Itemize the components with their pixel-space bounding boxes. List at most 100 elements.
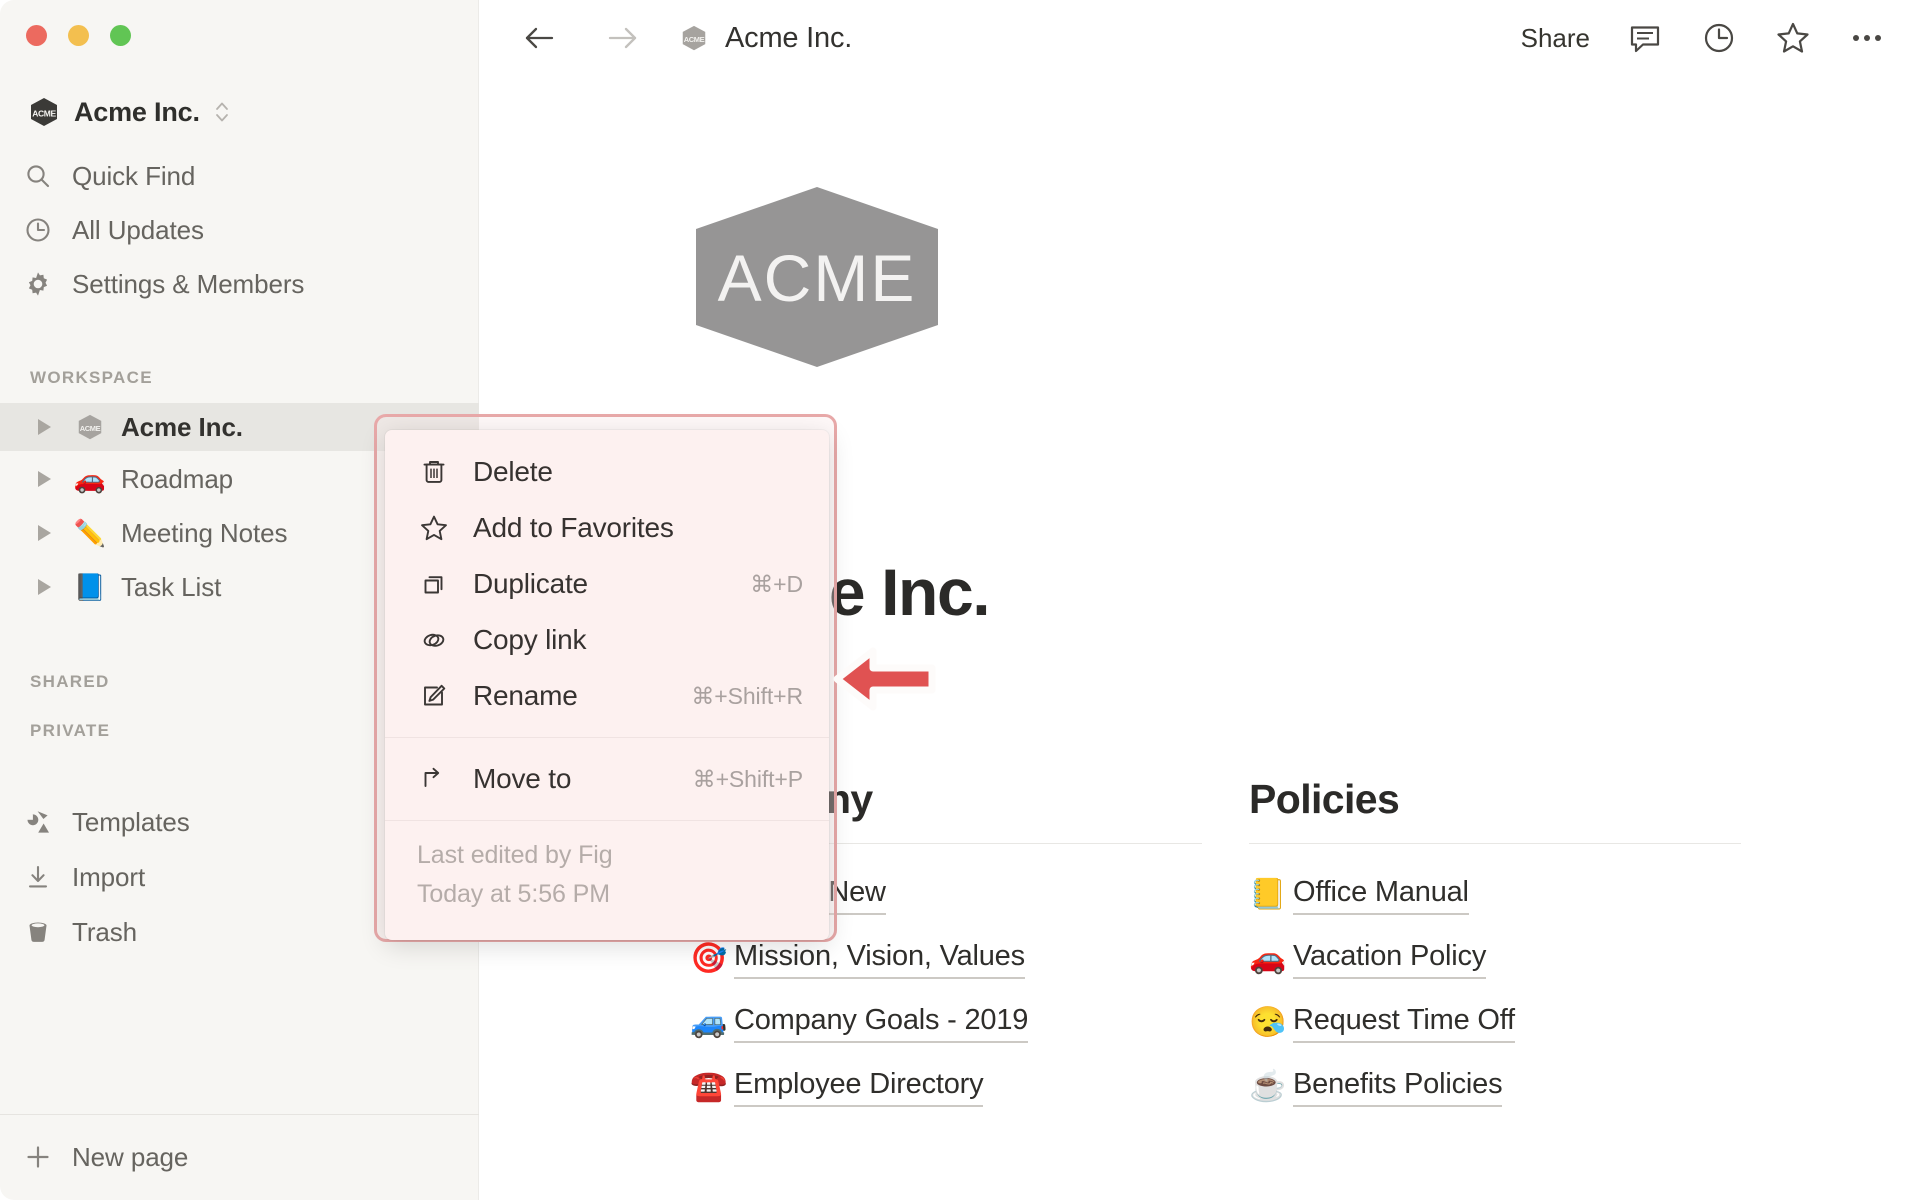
expand-triangle-icon[interactable] — [38, 579, 51, 595]
context-menu-item-shortcut: ⌘+Shift+P — [692, 765, 803, 792]
pencil-emoji-icon: ✏️ — [73, 517, 107, 548]
column-rule — [1249, 843, 1741, 844]
link-icon — [417, 623, 451, 657]
clock-icon — [22, 214, 54, 246]
context-menu-item-label: Copy link — [473, 624, 587, 655]
expand-triangle-icon[interactable] — [38, 471, 51, 487]
left-pointing-arrow-annotation — [832, 645, 936, 713]
context-menu-item-label: Duplicate — [473, 568, 588, 599]
move-to-arrow-icon — [417, 762, 451, 796]
svg-text:ACME: ACME — [32, 109, 56, 119]
top-header-bar: ACME Acme Inc. Share — [479, 0, 1920, 76]
header-actions: Share — [1521, 0, 1886, 76]
context-menu-meta: Last edited by Fig Today at 5:56 PM — [385, 834, 829, 940]
context-menu-separator — [385, 737, 829, 738]
context-menu: Delete Add to Favorites Duplicate ⌘+D Co… — [385, 430, 829, 940]
context-menu-item-add-to-favorites[interactable]: Add to Favorites — [385, 500, 829, 556]
page-link-row[interactable]: ☕ Benefits Policies — [1249, 1054, 1741, 1118]
page-link-label[interactable]: Employee Directory — [734, 1065, 984, 1107]
forward-arrow-icon[interactable] — [601, 17, 643, 59]
context-menu-item-shortcut: ⌘+Shift+R — [691, 682, 803, 709]
page-link-label[interactable]: Vacation Policy — [1293, 937, 1486, 979]
back-arrow-icon[interactable] — [519, 17, 561, 59]
context-menu-item-label: Delete — [473, 456, 553, 487]
minimize-window-button[interactable] — [68, 25, 89, 46]
new-page-button[interactable]: New page — [22, 1132, 188, 1182]
expand-triangle-icon[interactable] — [38, 525, 51, 541]
page-link-row[interactable]: 🚗 Vacation Policy — [1249, 926, 1741, 990]
section-label-shared: SHARED — [30, 672, 110, 691]
context-menu-separator — [385, 820, 829, 821]
sidebar-item-label: Settings & Members — [72, 268, 305, 299]
page-link-row[interactable]: 📒 Office Manual — [1249, 862, 1741, 926]
column-heading: Policies — [1249, 776, 1400, 822]
acme-badge-icon: ACME — [73, 412, 107, 442]
breadcrumb[interactable]: Acme Inc. — [725, 22, 852, 55]
share-button[interactable]: Share — [1521, 23, 1590, 54]
svg-text:ACME: ACME — [684, 35, 705, 44]
context-menu-item-duplicate[interactable]: Duplicate ⌘+D — [385, 556, 829, 612]
sleepy-face-emoji-icon: 😪 — [1249, 1005, 1287, 1039]
window-traffic-lights — [26, 25, 131, 46]
column-policies: Policies 📒 Office Manual 🚗 Vacation Poli… — [1249, 776, 1741, 1118]
plus-icon — [22, 1141, 54, 1173]
ledger-emoji-icon: 📒 — [1249, 877, 1287, 911]
page-link-label[interactable]: Benefits Policies — [1293, 1065, 1503, 1107]
car-emoji-icon: 🚗 — [73, 463, 107, 494]
context-menu-item-copy-link[interactable]: Copy link — [385, 612, 829, 668]
target-emoji-icon: 🎯 — [690, 941, 728, 975]
notion-window: ACME Acme Inc. Quick Find All Updates Se… — [0, 0, 1920, 1200]
sidebar-item-settings-members[interactable]: Settings & Members — [22, 262, 452, 306]
sidebar-item-quick-find[interactable]: Quick Find — [22, 154, 452, 198]
context-menu-item-delete[interactable]: Delete — [385, 444, 829, 500]
context-menu-item-rename[interactable]: Rename ⌘+Shift+R — [385, 668, 829, 724]
trash-icon — [22, 916, 54, 948]
chevron-updown-icon — [214, 99, 230, 125]
star-icon[interactable] — [1774, 19, 1812, 57]
sidebar-tree-label: Roadmap — [121, 463, 234, 494]
acme-cover-logo: ACME — [690, 184, 944, 370]
pencil-edit-icon — [417, 679, 451, 713]
star-icon — [417, 511, 451, 545]
sidebar-tree-label: Meeting Notes — [121, 517, 288, 548]
sidebar-item-label: Import — [72, 861, 146, 892]
expand-triangle-icon[interactable] — [38, 419, 51, 435]
car-emoji-icon: 🚗 — [1249, 941, 1287, 975]
page-link-row[interactable]: 🚙 Company Goals - 2019 — [690, 990, 1202, 1054]
maximize-window-button[interactable] — [110, 25, 131, 46]
acme-badge-icon: ACME — [28, 96, 60, 128]
sidebar-item-label: Trash — [72, 916, 137, 947]
page-link-label[interactable]: Company Goals - 2019 — [734, 1001, 1028, 1043]
sidebar-divider — [0, 1114, 479, 1115]
context-menu-item-shortcut: ⌘+D — [750, 570, 803, 597]
history-clock-icon[interactable] — [1700, 19, 1738, 57]
sidebar-item-all-updates[interactable]: All Updates — [22, 208, 452, 252]
svg-text:ACME: ACME — [718, 241, 917, 315]
acme-badge-icon: ACME — [679, 23, 709, 53]
comment-icon[interactable] — [1626, 19, 1664, 57]
page-link-label[interactable]: Request Time Off — [1293, 1001, 1515, 1043]
page-link-label[interactable]: Office Manual — [1293, 873, 1469, 915]
duplicate-icon — [417, 567, 451, 601]
coffee-emoji-icon: ☕ — [1249, 1069, 1287, 1103]
section-label-workspace: WORKSPACE — [30, 368, 153, 387]
sidebar-item-label: Quick Find — [72, 160, 196, 191]
page-link-row[interactable]: ☎️ Employee Directory — [690, 1054, 1202, 1118]
search-icon — [22, 160, 54, 192]
page-link-row[interactable]: 😪 Request Time Off — [1249, 990, 1741, 1054]
more-ellipsis-icon[interactable] — [1848, 19, 1886, 57]
page-link-label[interactable]: Mission, Vision, Values — [734, 937, 1025, 979]
workspace-name: Acme Inc. — [74, 96, 200, 127]
new-page-label: New page — [72, 1141, 189, 1172]
context-menu-item-move-to[interactable]: Move to ⌘+Shift+P — [385, 751, 829, 807]
context-menu-item-label: Rename — [473, 680, 578, 711]
car-emoji-icon: 🚙 — [690, 1005, 728, 1039]
last-edited-at: Today at 5:56 PM — [417, 880, 610, 908]
trash-icon — [417, 455, 451, 489]
context-menu-item-label: Move to — [473, 763, 572, 794]
svg-text:ACME: ACME — [80, 424, 101, 433]
workspace-switcher[interactable]: ACME Acme Inc. — [28, 92, 236, 132]
close-window-button[interactable] — [26, 25, 47, 46]
sidebar-tree-label: Acme Inc. — [121, 411, 243, 442]
last-edited-by: Last edited by Fig — [417, 841, 613, 869]
